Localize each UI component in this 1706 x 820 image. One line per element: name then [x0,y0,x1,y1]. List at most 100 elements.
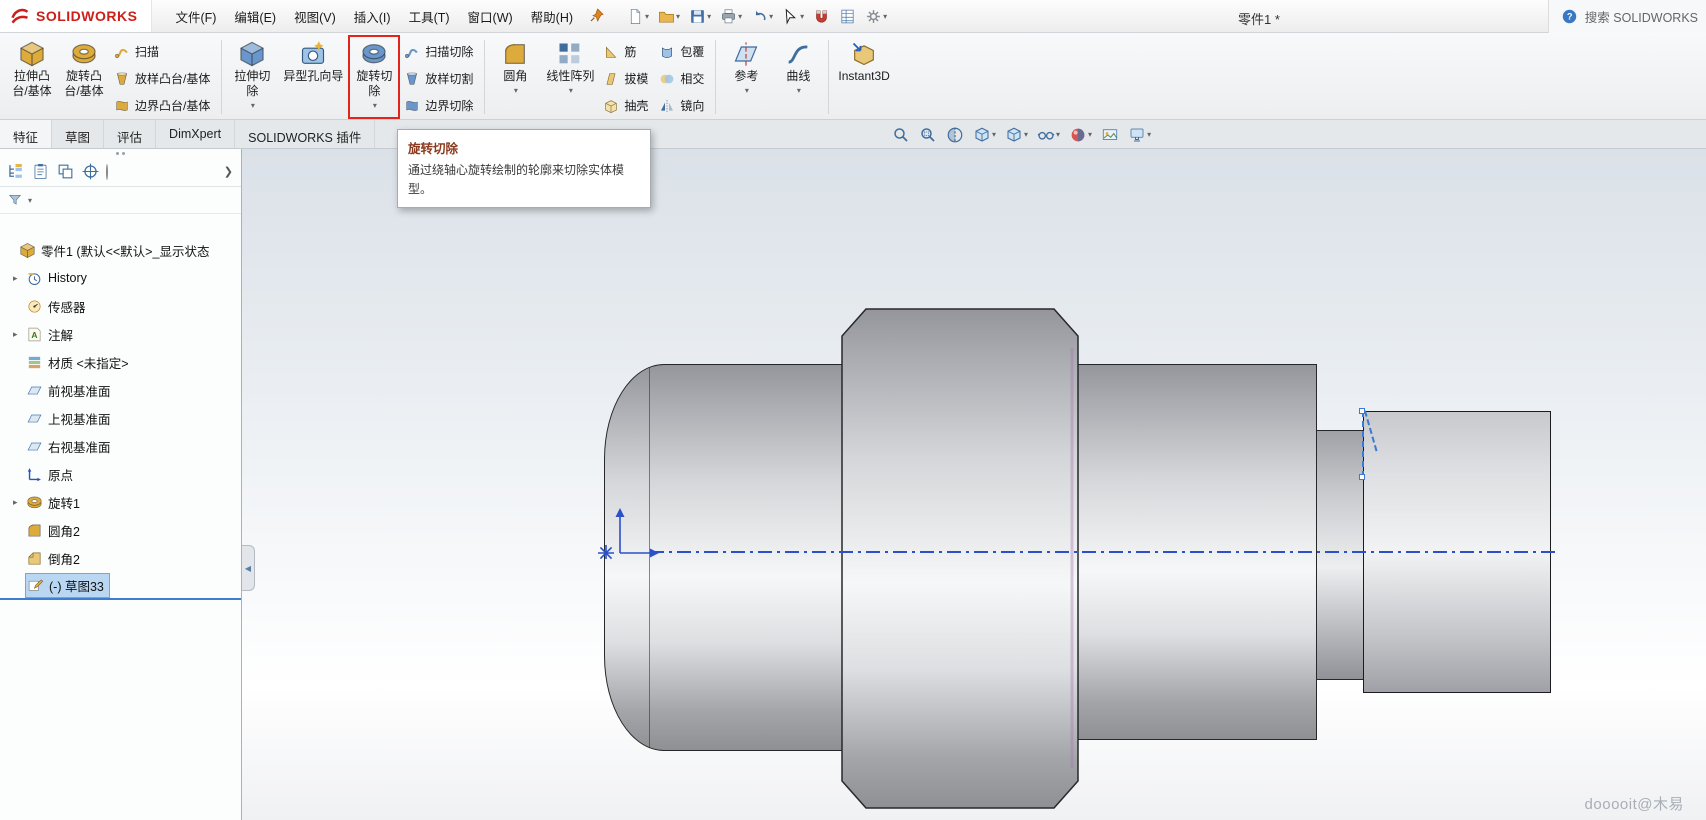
open-button[interactable]: ▾ [655,6,683,27]
instant3d-button[interactable]: Instant3D [833,35,894,119]
zoom-fit-button[interactable] [892,126,910,144]
panel-splitter[interactable] [0,149,241,157]
boundary-boss-button[interactable]: 边界凸台/基体 [110,92,217,119]
app-name: SOLIDWORKS [36,8,137,24]
hide-show-items-button[interactable]: ▾ [1037,126,1060,144]
help-search[interactable]: 搜索 SOLIDWORKS [1548,0,1706,33]
dropdown-caret[interactable]: ▾ [251,101,255,110]
swept-cut-button[interactable]: 扫描切除 [400,38,480,65]
tree-item-right-plane[interactable]: 右视基准面 [0,432,241,460]
revolved-cut-button[interactable]: 旋转切 除 ▾ [348,35,400,119]
revolved-cut-tooltip: 旋转切除 通过绕轴心旋转绘制的轮廓来切除实体模型。 [397,129,651,208]
tree-item-chamfer2[interactable]: 倒角2 [0,544,241,572]
panel-collapse-handle[interactable]: ◀ [242,545,255,591]
section-view-button[interactable] [946,126,964,144]
swept-boss-button[interactable]: 扫描 [110,38,217,65]
dimxpertmanager-tab[interactable] [81,162,100,181]
centerline[interactable] [650,551,1555,553]
tree-item-sensors[interactable]: 传感器 [0,292,241,320]
apply-scene-button[interactable] [1101,126,1119,144]
save-button[interactable]: ▾ [686,6,714,27]
draft-button[interactable]: 拔模 [599,65,655,92]
wrap-button[interactable]: 包覆 [655,38,711,65]
featuremanager-tab[interactable] [6,162,25,181]
tree-item-top-plane[interactable]: 上视基准面 [0,404,241,432]
menu-tools[interactable]: 工具(T) [400,0,459,34]
panel-expand-chevron[interactable]: ❯ [224,165,235,178]
tree-item-part-root[interactable]: 零件1 (默认<<默认>_显示状态 [0,236,241,264]
lofted-cut-button[interactable]: 放样切割 [400,65,480,92]
menu-help[interactable]: 帮助(H) [522,0,582,34]
lofted-boss-button[interactable]: 放样凸台/基体 [110,65,217,92]
file-properties-button[interactable] [836,6,859,27]
shell-button[interactable]: 抽壳 [599,92,655,119]
dropdown-caret[interactable]: ▾ [569,86,573,95]
tree-item-origin[interactable]: 原点 [0,460,241,488]
graphics-area[interactable]: dooooit@木易 [242,149,1706,820]
propertymanager-tab[interactable] [31,162,50,181]
expand-arrow[interactable]: ▸ [13,273,26,284]
magnetic-mate-button[interactable] [810,6,833,27]
extruded-cut-button[interactable]: 拉伸切 除 ▾ [226,35,278,119]
view-settings-button[interactable]: ▾ [1128,126,1151,144]
menu-edit[interactable]: 编辑(E) [225,0,285,34]
undo-button[interactable]: ▾ [748,6,776,27]
view-orientation-button[interactable]: ▾ [973,126,996,144]
button-label: 拉伸凸 [14,69,50,83]
sketch-dashed-line[interactable] [1362,411,1364,477]
display-style-button[interactable]: ▾ [1005,126,1028,144]
tree-filter-bar[interactable]: ▾ [0,187,241,214]
shaft-step-section[interactable] [1316,430,1364,680]
tab-sketch[interactable]: 草图 [52,120,104,148]
dropdown-caret[interactable]: ▾ [745,86,749,95]
sketch-icon [27,577,44,594]
boundary-cut-button[interactable]: 边界切除 [400,92,480,119]
material-icon [26,354,43,371]
select-button[interactable]: ▾ [779,6,807,27]
extruded-boss-button[interactable]: 拉伸凸 台/基体 [6,35,58,119]
tree-item-material[interactable]: 材质 <未指定> [0,348,241,376]
options-button[interactable]: ▾ [862,6,890,27]
new-document-button[interactable]: ▾ [624,6,652,27]
shaft-middle-section[interactable] [841,308,1079,809]
tree-item-fillet2[interactable]: 圆角2 [0,516,241,544]
dropdown-caret[interactable]: ▾ [797,86,801,95]
search-input[interactable]: 搜索 SOLIDWORKS [1585,7,1698,26]
tab-dimxpert[interactable]: DimXpert [156,120,235,148]
tab-evaluate[interactable]: 评估 [104,120,156,148]
tree-item-annotations[interactable]: ▸ 注解 [0,320,241,348]
fillet-button[interactable]: 圆角 ▾ [489,35,541,119]
configurationmanager-tab[interactable] [56,162,75,181]
intersect-button[interactable]: 相交 [655,65,711,92]
tree-item-front-plane[interactable]: 前视基准面 [0,376,241,404]
dropdown-caret[interactable]: ▾ [514,86,518,95]
edit-appearance-button[interactable]: ▾ [1069,126,1092,144]
reference-geometry-button[interactable]: 参考 ▾ [720,35,772,119]
help-icon[interactable] [1561,8,1578,25]
tab-addins[interactable]: SOLIDWORKS 插件 [235,120,375,148]
sketch-point-handle[interactable] [1359,408,1365,414]
menu-view[interactable]: 视图(V) [285,0,345,34]
displaymanager-tab[interactable] [106,165,108,179]
tree-item-history[interactable]: ▸ History [0,264,241,292]
tree-item-revolve1[interactable]: ▸ 旋转1 [0,488,241,516]
menu-insert[interactable]: 插入(I) [345,0,400,34]
linear-pattern-button[interactable]: 线性阵列 ▾ [541,35,599,119]
tree-item-sketch33[interactable]: (-) 草图33 [0,572,241,600]
print-button[interactable]: ▾ [717,6,745,27]
curves-button[interactable]: 曲线 ▾ [772,35,824,119]
tab-features[interactable]: 特征 [0,120,52,148]
hole-wizard-button[interactable]: 异型孔向导 [278,35,348,119]
menu-window[interactable]: 窗口(W) [459,0,522,34]
zoom-area-button[interactable] [919,126,937,144]
expand-arrow[interactable]: ▸ [13,497,26,508]
revolved-boss-button[interactable]: 旋转凸 台/基体 [58,35,110,119]
sketch-point-handle[interactable] [1359,474,1365,480]
menu-file[interactable]: 文件(F) [166,0,225,34]
pin-menu-icon[interactable] [586,7,608,26]
linear-pattern-icon [556,40,584,68]
rib-button[interactable]: 筋 [599,38,655,65]
dropdown-caret[interactable]: ▾ [373,101,377,110]
expand-arrow[interactable]: ▸ [13,329,26,340]
mirror-button[interactable]: 镜向 [655,92,711,119]
